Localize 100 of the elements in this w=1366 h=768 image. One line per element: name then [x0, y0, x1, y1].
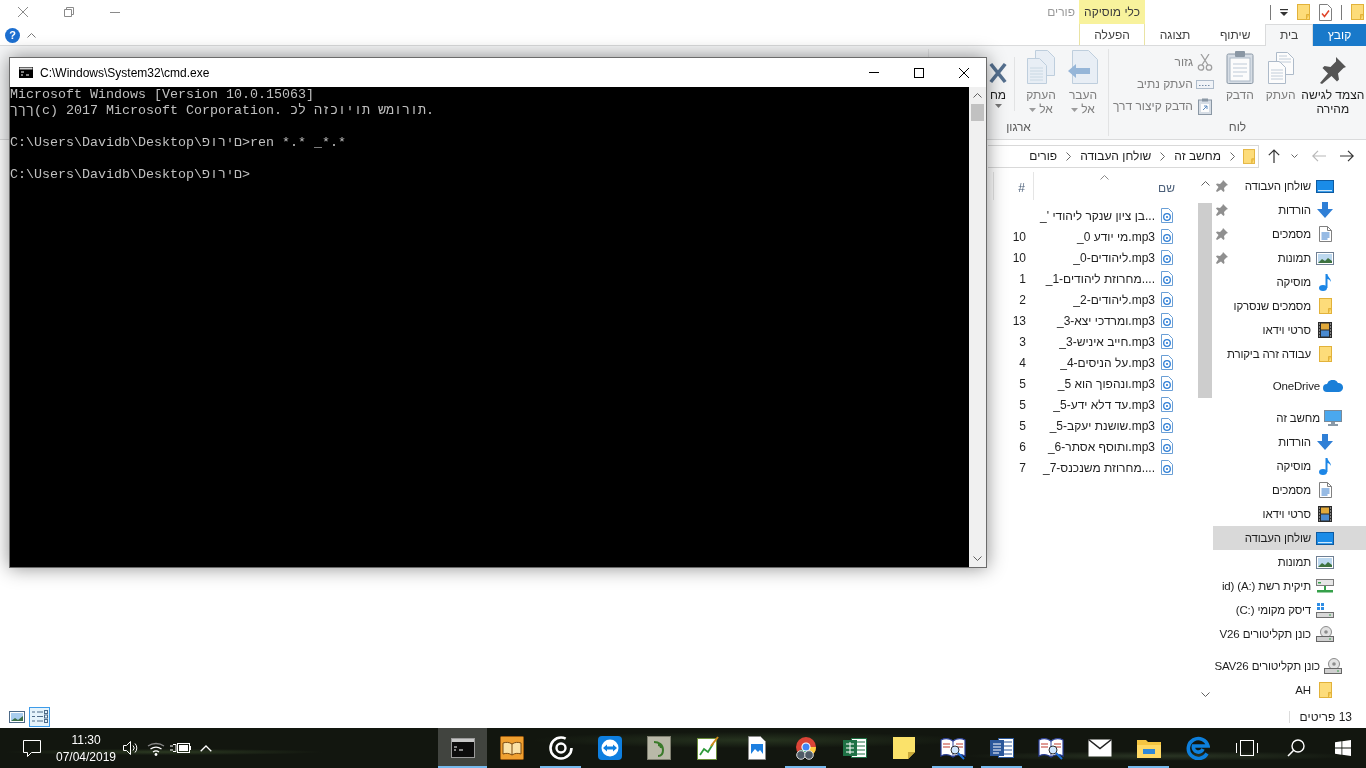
console-line: ךךך(c) 2017 Microsoft Corporation. כל הזכויות שמורות. [10, 103, 435, 119]
monitor-icon [1324, 410, 1342, 426]
scrollbar[interactable] [969, 87, 986, 567]
terminal-icon [450, 738, 475, 758]
desktop-icon [1316, 179, 1334, 193]
window-title: פורים [1047, 5, 1076, 19]
nav-item[interactable]: id) (A:) תיקית רשת [1213, 574, 1366, 598]
file-name[interactable]: _5-שושנת יעקב.mp3 [1049, 418, 1155, 433]
nav-item[interactable]: סרטי וידאו [1213, 318, 1366, 342]
clipboard-icon [1225, 50, 1254, 84]
ribbon-button[interactable]: מח [985, 49, 1011, 108]
nav-item[interactable]: שולחן העבודה [1213, 174, 1366, 198]
ribbon-tab[interactable]: תצוגה [1145, 24, 1206, 46]
file-name[interactable]: _0 מי יודע.mp3 [1077, 229, 1155, 244]
start-menu-icon [1335, 740, 1351, 756]
details-view-button[interactable] [29, 706, 50, 727]
track-number: 5 [1018, 418, 1026, 433]
terminal-icon [19, 67, 33, 78]
scroll-thumb[interactable] [1198, 203, 1212, 398]
nav-item[interactable]: OneDrive [1213, 374, 1366, 398]
nav-item[interactable]: (C:) דיסק מקומי [1213, 598, 1366, 622]
nav-item[interactable]: V26 כונן תקליטורים [1213, 622, 1366, 646]
disc-drive-icon [1316, 626, 1334, 642]
document-icon [1318, 226, 1332, 242]
ribbon-tab[interactable]: בית [1265, 24, 1314, 46]
nav-item[interactable]: סרטי וידאו [1213, 502, 1366, 526]
ribbon-button[interactable]: הצמד לגישה מהירה [1299, 49, 1366, 116]
ribbon-tab[interactable]: הפעלה [1079, 24, 1145, 46]
group-label: ארגון [1005, 119, 1032, 136]
nav-item[interactable]: מוסיקה [1213, 454, 1366, 478]
checked-page-icon[interactable] [1319, 3, 1332, 21]
book-magnifier-icon [939, 736, 966, 760]
chevron-right-icon [1230, 151, 1235, 161]
nav-item[interactable]: תמונות [1213, 246, 1366, 270]
audio-file-icon [1161, 313, 1173, 328]
scroll-thumb[interactable] [971, 104, 984, 121]
task-view-icon [1235, 740, 1258, 756]
audio-file-icon [1161, 397, 1173, 412]
console-line: C:\Users\Davidb\Desktop\פורים>ren *.* _*.* [10, 135, 347, 151]
file-name[interactable]: _0-ליהודים.mp3 [1073, 250, 1155, 265]
file-name[interactable]: _2-ליהודים.mp3 [1073, 292, 1155, 307]
file-name[interactable]: _6-ותוסף אסתר.mp3 [1047, 439, 1155, 454]
audio-file-icon [1161, 418, 1173, 433]
file-name[interactable]: _' בן ציון שנקר ליהודי... [1040, 208, 1155, 223]
folder-icon [1136, 738, 1161, 758]
spreadsheet-icon [842, 737, 867, 759]
track-number: 10 [1011, 229, 1026, 244]
file-name[interactable]: _3-חייב איניש.mp3 [1059, 334, 1155, 349]
breadcrumb-item[interactable]: פורים [1020, 145, 1067, 167]
file-name[interactable]: _5-עד דלא ידע.mp3 [1053, 397, 1155, 412]
nav-item[interactable]: מסמכים [1213, 478, 1366, 502]
chevron-down-icon[interactable] [1200, 691, 1210, 697]
desktop-icon [1316, 531, 1334, 545]
nav-item[interactable]: מחשב זה [1213, 406, 1366, 430]
nav-item[interactable]: הורדות [1213, 430, 1366, 454]
taskbar-button[interactable] [438, 728, 487, 768]
address-bar[interactable]: מחשב זה שולחן העבודה פורים [988, 144, 1259, 168]
group-label: לוח [1227, 119, 1248, 136]
file-name[interactable]: _7-מחרוזת משנכנס.... [1043, 460, 1155, 475]
nav-item[interactable]: SAV26 כונן תקליטורים [1213, 654, 1366, 678]
envelope-icon [1087, 739, 1112, 757]
book-icon [499, 736, 524, 760]
nav-item[interactable]: הורדות [1213, 198, 1366, 222]
audio-file-icon [1161, 439, 1173, 454]
clock-date[interactable]: 07/04/2019 [55, 748, 117, 766]
close-icon [958, 67, 969, 78]
book-magnifier-icon [1037, 736, 1064, 760]
breadcrumb-item[interactable]: מחשב זה [1165, 145, 1230, 167]
console-line: C:\Users\Davidb\Desktop\פורים> [10, 167, 251, 183]
chevron-down-icon[interactable] [973, 556, 982, 561]
column-header[interactable]: שם [1033, 172, 1197, 200]
track-number: 3 [1018, 334, 1026, 349]
clock-time[interactable]: 11:30 [71, 731, 101, 749]
help-button[interactable]: ? [5, 27, 20, 43]
nav-item[interactable]: שולחן העבודה [1213, 526, 1366, 550]
nav-item[interactable]: עבודה זרה ביקורת [1213, 342, 1366, 366]
chevron-up-icon[interactable] [1200, 180, 1210, 186]
nav-item[interactable]: תמונות [1213, 550, 1366, 574]
nav-item[interactable]: AH [1213, 678, 1366, 702]
audio-file-icon [1161, 334, 1173, 349]
file-name[interactable]: _4-על הניסים.mp3 [1060, 355, 1155, 370]
music-note-icon [1319, 457, 1331, 475]
nav-item[interactable]: מסמכים [1213, 222, 1366, 246]
file-name[interactable]: _3-ומרדכי יצא.mp3 [1056, 313, 1155, 328]
audio-file-icon [1161, 292, 1173, 307]
search-icon [1286, 739, 1305, 757]
swirl-logo-icon [1185, 736, 1210, 760]
maximize-icon [913, 67, 924, 78]
chevron-up-icon[interactable] [973, 93, 982, 98]
file-name[interactable]: _5 ונהפוך הוא.mp3 [1057, 376, 1155, 391]
dropdown-icon[interactable] [1280, 8, 1288, 16]
folder-icon [1243, 148, 1255, 164]
nav-item[interactable]: מסמכים שנסרקו [1213, 294, 1366, 318]
breadcrumb-item[interactable]: שולחן העבודה [1071, 145, 1161, 167]
column-header[interactable]: # [993, 172, 1033, 200]
nav-item[interactable]: מוסיקה [1213, 270, 1366, 294]
forward-arrow-icon [1312, 150, 1326, 162]
ribbon-tab[interactable]: שיתוף [1205, 24, 1266, 46]
file-name[interactable]: _1-מחרוזת ליהודים.... [1045, 271, 1155, 286]
file-tab[interactable]: קובץ [1313, 24, 1366, 46]
